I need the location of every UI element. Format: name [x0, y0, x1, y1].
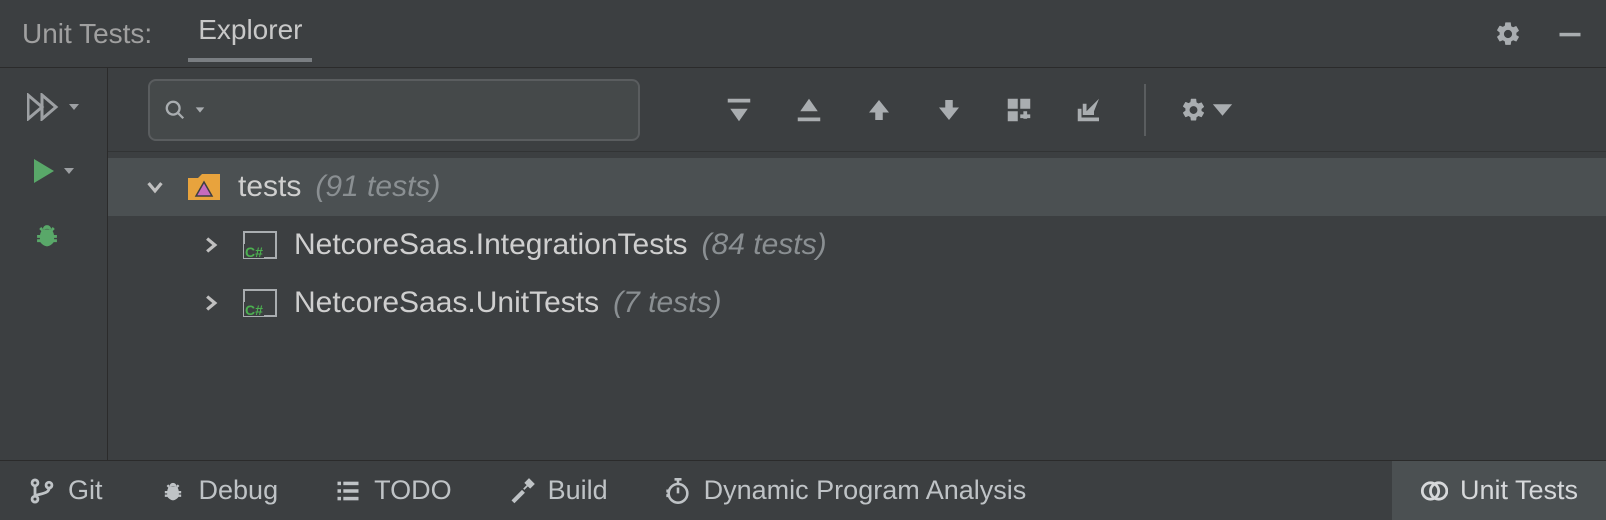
list-icon [334, 477, 362, 505]
grid-icon [1004, 95, 1034, 125]
chevron-down-icon [1209, 95, 1236, 125]
search-input[interactable] [214, 96, 624, 124]
status-label: Git [68, 475, 103, 506]
bug-icon [159, 477, 187, 505]
tree-node-child[interactable]: C# NetcoreSaas.UnitTests (7 tests) [108, 274, 1606, 332]
git-branch-icon [28, 477, 56, 505]
status-label: Debug [199, 475, 279, 506]
gear-icon [1494, 20, 1522, 48]
tree-node-child[interactable]: C# NetcoreSaas.IntegrationTests (84 test… [108, 216, 1606, 274]
tree-node-count: (84 tests) [702, 228, 827, 262]
status-label: TODO [374, 475, 452, 506]
chevron-right-icon[interactable] [198, 294, 224, 312]
explorer-toolbar [108, 68, 1606, 152]
folder-tests-icon [184, 172, 224, 202]
panel-title: Unit Tests: [22, 18, 152, 50]
search-box[interactable] [148, 79, 640, 141]
explorer-content: tests (91 tests) C# NetcoreSaas.Integrat… [108, 68, 1606, 460]
tree-node-label: NetcoreSaas.UnitTests [294, 286, 599, 320]
unit-tests-icon [1420, 477, 1448, 505]
next-button[interactable] [928, 89, 970, 131]
toolbar-separator [1144, 84, 1146, 136]
previous-button[interactable] [858, 89, 900, 131]
status-git[interactable]: Git [0, 461, 131, 520]
arrow-down-icon [934, 95, 964, 125]
double-play-icon [27, 93, 61, 121]
status-todo[interactable]: TODO [306, 461, 480, 520]
expand-all-button[interactable] [718, 89, 760, 131]
status-label: Unit Tests [1460, 475, 1578, 506]
tree-node-count: (7 tests) [613, 286, 721, 320]
layout-button[interactable] [998, 89, 1040, 131]
collapse-all-icon [794, 95, 824, 125]
chevron-down-icon[interactable] [142, 178, 168, 196]
expand-all-icon [724, 95, 754, 125]
debug-button[interactable] [12, 214, 96, 256]
chevron-down-icon [194, 104, 206, 116]
tree-node-root[interactable]: tests (91 tests) [108, 158, 1606, 216]
panel-header: Unit Tests: Explorer [0, 0, 1606, 68]
tree-node-label: tests [238, 170, 301, 204]
minimize-icon [1556, 20, 1584, 48]
tab-explorer[interactable]: Explorer [192, 14, 308, 54]
collapse-all-button[interactable] [788, 89, 830, 131]
csharp-project-icon: C# [240, 288, 280, 318]
run-button[interactable] [12, 150, 96, 192]
status-debug[interactable]: Debug [131, 461, 307, 520]
status-build[interactable]: Build [480, 461, 636, 520]
test-tree[interactable]: tests (91 tests) C# NetcoreSaas.Integrat… [108, 152, 1606, 460]
options-button[interactable] [1180, 89, 1236, 131]
search-icon [164, 99, 186, 121]
svg-text:C#: C# [245, 302, 263, 318]
import-icon [1074, 95, 1104, 125]
panel-main: tests (91 tests) C# NetcoreSaas.Integrat… [0, 68, 1606, 460]
svg-text:C#: C# [245, 244, 263, 260]
minimize-button[interactable] [1548, 12, 1592, 56]
tree-node-label: NetcoreSaas.IntegrationTests [294, 228, 688, 262]
chevron-right-icon[interactable] [198, 236, 224, 254]
chevron-down-icon [67, 100, 81, 114]
settings-button[interactable] [1486, 12, 1530, 56]
play-icon [32, 157, 56, 185]
stopwatch-icon [664, 477, 692, 505]
status-label: Dynamic Program Analysis [704, 475, 1027, 506]
unit-tests-panel: Unit Tests: Explorer [0, 0, 1606, 520]
status-unit-tests[interactable]: Unit Tests [1392, 461, 1606, 520]
hammer-icon [508, 477, 536, 505]
tree-node-count: (91 tests) [315, 170, 440, 204]
run-gutter [0, 68, 108, 460]
gear-icon [1180, 95, 1207, 125]
import-button[interactable] [1068, 89, 1110, 131]
run-all-button[interactable] [12, 86, 96, 128]
arrow-up-icon [864, 95, 894, 125]
status-label: Build [548, 475, 608, 506]
chevron-down-icon [62, 164, 76, 178]
bottom-tool-bar: Git Debug TODO Build Dynamic Program Ana… [0, 460, 1606, 520]
csharp-project-icon: C# [240, 230, 280, 260]
bug-icon [30, 218, 64, 252]
status-dpa[interactable]: Dynamic Program Analysis [636, 461, 1055, 520]
